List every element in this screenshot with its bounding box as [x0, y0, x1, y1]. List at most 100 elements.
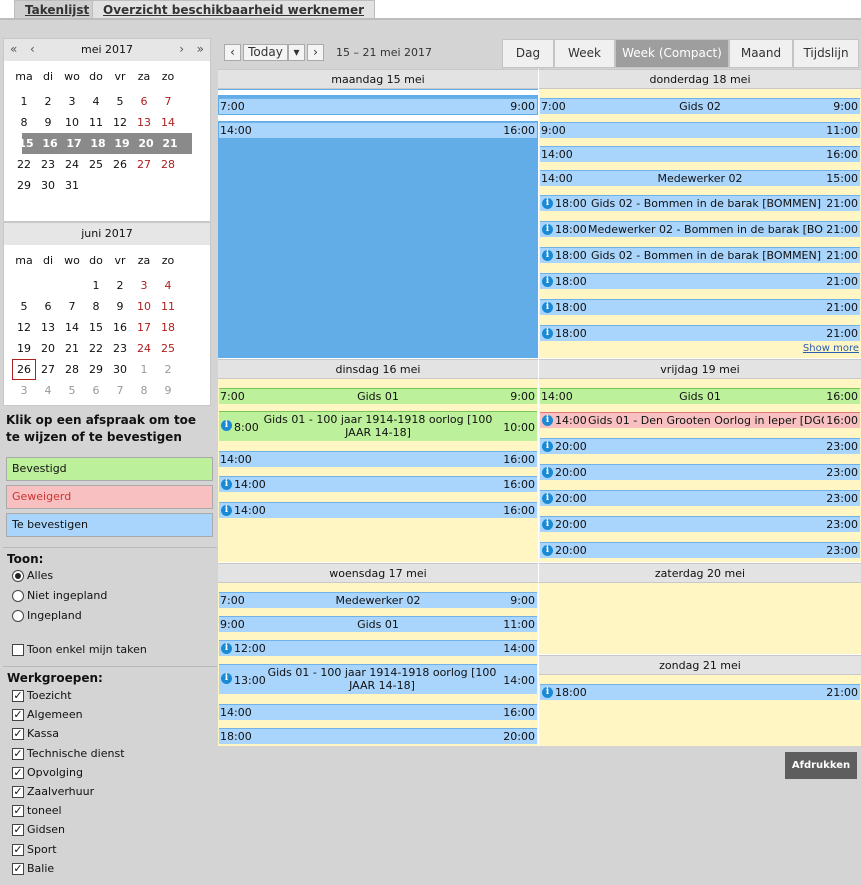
day-tuesday[interactable]: dinsdag 16 mei 7:00 Gids 01 9:00 i 8:00 Gids… — [218, 359, 538, 562]
checkmark-icon[interactable]: ✓ — [12, 843, 24, 856]
info-icon[interactable]: i — [542, 328, 553, 339]
day-cell[interactable]: 9 — [36, 112, 60, 133]
view-tab-month[interactable]: Maand — [729, 39, 793, 68]
workgroup-checkbox[interactable]: ✓ Technische dienst — [3, 744, 217, 763]
day-cell[interactable]: 21 — [60, 338, 84, 359]
workgroup-checkbox[interactable]: ✓ Algemeen — [3, 705, 217, 724]
event[interactable]: 14:00 16:00 — [219, 122, 537, 138]
day-cell[interactable]: 17 — [62, 133, 86, 154]
info-icon[interactable]: i — [542, 198, 553, 209]
info-icon[interactable]: i — [221, 643, 232, 654]
day-cell[interactable]: 27 — [36, 359, 60, 380]
event[interactable]: i 14:00 16:00 — [219, 502, 537, 518]
event[interactable]: i 18:00 21:00 — [540, 299, 860, 315]
view-tab-timeline[interactable]: Tijdslijn — [793, 39, 859, 68]
info-icon[interactable]: i — [221, 673, 232, 684]
day-cell[interactable]: 1 — [84, 275, 108, 296]
event[interactable]: i 20:00 23:00 — [540, 516, 860, 532]
info-icon[interactable]: i — [542, 415, 553, 426]
event[interactable]: i 18:00 Gids 02 - Bommen in de barak [BOMM… — [540, 195, 860, 211]
day-cell[interactable]: 4 — [36, 380, 60, 401]
day-cell[interactable]: 13 — [36, 317, 60, 338]
day-cell[interactable]: 30 — [36, 175, 60, 196]
view-tab-week-compact[interactable]: Week (Compact) — [615, 39, 729, 68]
day-cell[interactable]: 27 — [132, 154, 156, 175]
event[interactable]: i 13:00 Gids 01 - 100 jaar 1914-1918 oorlo… — [219, 664, 537, 694]
info-icon[interactable]: i — [542, 519, 553, 530]
view-tab-week[interactable]: Week — [554, 39, 615, 68]
prev-week-button[interactable]: ‹ — [224, 44, 241, 61]
day-cell[interactable]: 14 — [156, 112, 180, 133]
day-cell[interactable]: 16 — [38, 133, 62, 154]
day-cell[interactable]: 8 — [132, 380, 156, 401]
day-cell[interactable]: 11 — [84, 112, 108, 133]
print-button[interactable]: Afdrukken — [785, 752, 857, 779]
checkmark-icon[interactable]: ✓ — [12, 690, 24, 702]
checkbox-icon[interactable] — [12, 644, 24, 656]
workgroup-checkbox[interactable]: ✓ Toezicht — [3, 686, 217, 705]
prev-year-icon[interactable]: « — [10, 39, 17, 60]
day-cell[interactable]: 4 — [84, 91, 108, 112]
show-more-link[interactable]: Show more — [803, 343, 859, 354]
day-cell[interactable]: 22 — [12, 154, 36, 175]
workgroup-checkbox[interactable]: ✓ toneel — [3, 801, 217, 820]
day-cell[interactable]: 17 — [132, 317, 156, 338]
day-cell[interactable]: 1 — [132, 359, 156, 380]
event[interactable]: i 12:00 14:00 — [219, 640, 537, 656]
info-icon[interactable]: i — [542, 467, 553, 478]
radio-all[interactable]: Alles — [3, 566, 217, 586]
day-cell[interactable]: 10 — [60, 112, 84, 133]
today-cell[interactable]: 26 — [12, 359, 36, 380]
day-cell[interactable]: 28 — [60, 359, 84, 380]
workgroup-checkbox[interactable]: ✓ Sport — [3, 840, 217, 859]
event[interactable]: 7:00 9:00 — [219, 98, 537, 114]
event[interactable]: i 20:00 23:00 — [540, 464, 860, 480]
day-cell[interactable]: 8 — [84, 296, 108, 317]
day-wednesday[interactable]: woensdag 17 mei 7:00 Medewerker 02 9:00 9:… — [218, 563, 538, 746]
event[interactable]: 14:00 16:00 — [219, 704, 537, 720]
view-tab-day[interactable]: Dag — [502, 39, 554, 68]
info-icon[interactable]: i — [542, 545, 553, 556]
event[interactable]: 9:00 11:00 — [540, 122, 860, 138]
day-cell[interactable]: 29 — [12, 175, 36, 196]
day-monday[interactable]: maandag 15 mei 7:00 9:00 14:00 16:00 — [218, 69, 538, 358]
event[interactable]: i 18:00 21:00 — [540, 684, 860, 700]
day-cell[interactable]: 22 — [84, 338, 108, 359]
info-icon[interactable]: i — [221, 420, 232, 431]
day-cell[interactable]: 7 — [156, 91, 180, 112]
day-cell[interactable]: 15 — [84, 317, 108, 338]
day-cell[interactable]: 23 — [36, 154, 60, 175]
day-cell[interactable]: 7 — [60, 296, 84, 317]
event[interactable]: i 20:00 23:00 — [540, 542, 860, 558]
event[interactable]: 18:00 20:00 — [219, 728, 537, 744]
day-cell[interactable]: 20 — [134, 133, 158, 154]
day-cell[interactable]: 1 — [12, 91, 36, 112]
day-cell[interactable]: 30 — [108, 359, 132, 380]
day-cell[interactable]: 13 — [132, 112, 156, 133]
day-cell[interactable]: 2 — [108, 275, 132, 296]
event[interactable]: i 18:00 Gids 02 - Bommen in de barak [BOMM… — [540, 247, 860, 263]
only-mine-checkbox[interactable]: Toon enkel mijn taken — [3, 640, 217, 659]
day-cell[interactable]: 31 — [60, 175, 84, 196]
day-sunday[interactable]: zondag 21 mei i 18:00 21:00 — [539, 655, 861, 746]
day-cell[interactable]: 4 — [156, 275, 180, 296]
event[interactable]: i 20:00 23:00 — [540, 490, 860, 506]
day-cell[interactable]: 20 — [36, 338, 60, 359]
day-cell[interactable]: 9 — [108, 296, 132, 317]
info-icon[interactable]: i — [542, 687, 553, 698]
day-cell[interactable]: 23 — [108, 338, 132, 359]
day-thursday[interactable]: donderdag 18 mei 7:00 Gids 02 9:00 9:00 11:… — [539, 69, 861, 358]
event[interactable]: i 14:00 16:00 — [219, 476, 537, 492]
event[interactable]: 14:00 Medewerker 02 15:00 — [540, 170, 860, 186]
workgroup-checkbox[interactable]: ✓ Opvolging — [3, 763, 217, 782]
day-cell[interactable]: 26 — [108, 154, 132, 175]
prev-month-icon[interactable]: ‹ — [30, 39, 35, 60]
radio-icon[interactable] — [12, 590, 24, 602]
info-icon[interactable]: i — [542, 493, 553, 504]
day-cell[interactable]: 8 — [12, 112, 36, 133]
event[interactable]: 7:00 Medewerker 02 9:00 — [219, 592, 537, 608]
day-cell[interactable]: 6 — [36, 296, 60, 317]
day-cell[interactable]: 15 — [14, 133, 38, 154]
checkmark-icon[interactable]: ✓ — [12, 747, 24, 760]
checkmark-icon[interactable]: ✓ — [12, 785, 24, 798]
